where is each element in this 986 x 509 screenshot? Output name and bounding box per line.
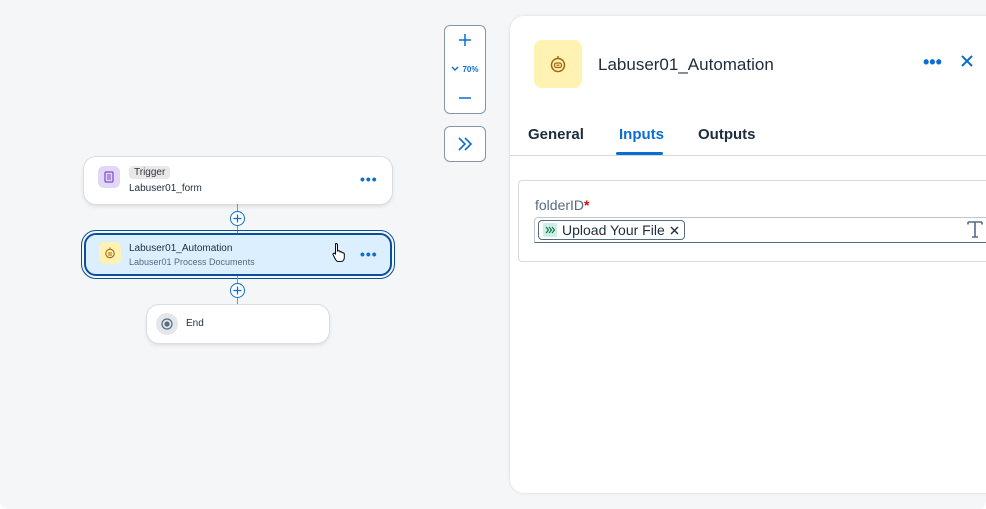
variable-icon [543,223,557,237]
variable-token[interactable]: Upload Your File [538,220,685,240]
end-label: End [186,318,204,329]
folder-id-input[interactable]: Upload Your File [534,217,986,243]
add-step-button[interactable] [230,211,245,226]
panel-more-button[interactable]: ••• [923,52,942,73]
text-type-icon[interactable] [967,218,983,240]
plus-icon [233,286,242,295]
trigger-name: Labuser01_form [129,183,202,194]
automation-subtitle: Labuser01 Process Documents [129,257,255,267]
bot-icon [99,242,121,264]
panel-tabs: General Inputs Outputs [510,124,986,156]
remove-token-icon[interactable] [670,226,679,235]
automation-more-button[interactable]: ••• [360,246,378,262]
folder-id-label: folderID* [535,197,590,213]
form-icon [98,166,120,188]
trigger-more-button[interactable]: ••• [360,171,378,187]
expand-panel-button[interactable] [444,126,486,162]
tab-general[interactable]: General [528,126,584,143]
zoom-out-button[interactable] [445,84,485,112]
tab-outputs[interactable]: Outputs [698,126,756,143]
zoom-controls: 70% [444,25,486,114]
double-chevron-right-icon [458,137,473,151]
required-marker: * [584,197,590,213]
flow-canvas[interactable]: 70% Trigger Labuser01_form ••• Labuser01… [0,0,986,509]
trigger-node[interactable]: Trigger Labuser01_form ••• [84,157,392,204]
minus-icon [459,97,471,99]
details-panel: Labuser01_Automation ••• General Inputs … [510,16,986,493]
token-label: Upload Your File [562,222,665,238]
tab-inputs[interactable]: Inputs [619,126,664,143]
close-icon[interactable] [960,54,974,68]
zoom-level-dropdown[interactable]: 70% [451,54,479,84]
bot-icon [534,40,582,88]
trigger-tag: Trigger [129,166,171,179]
plus-icon [459,34,471,46]
zoom-level-text: 70% [462,64,479,74]
panel-title: Labuser01_Automation [598,55,774,74]
zoom-in-button[interactable] [445,26,485,54]
hand-cursor-icon [332,242,345,262]
inputs-form: folderID* Upload Your File [518,180,986,262]
automation-name: Labuser01_Automation [129,243,233,254]
plus-icon [233,214,242,223]
end-node[interactable]: End [147,305,329,343]
add-step-button[interactable] [230,283,245,298]
chevron-down-icon [451,66,459,71]
active-tab-indicator [616,152,663,155]
stop-icon [156,313,178,335]
